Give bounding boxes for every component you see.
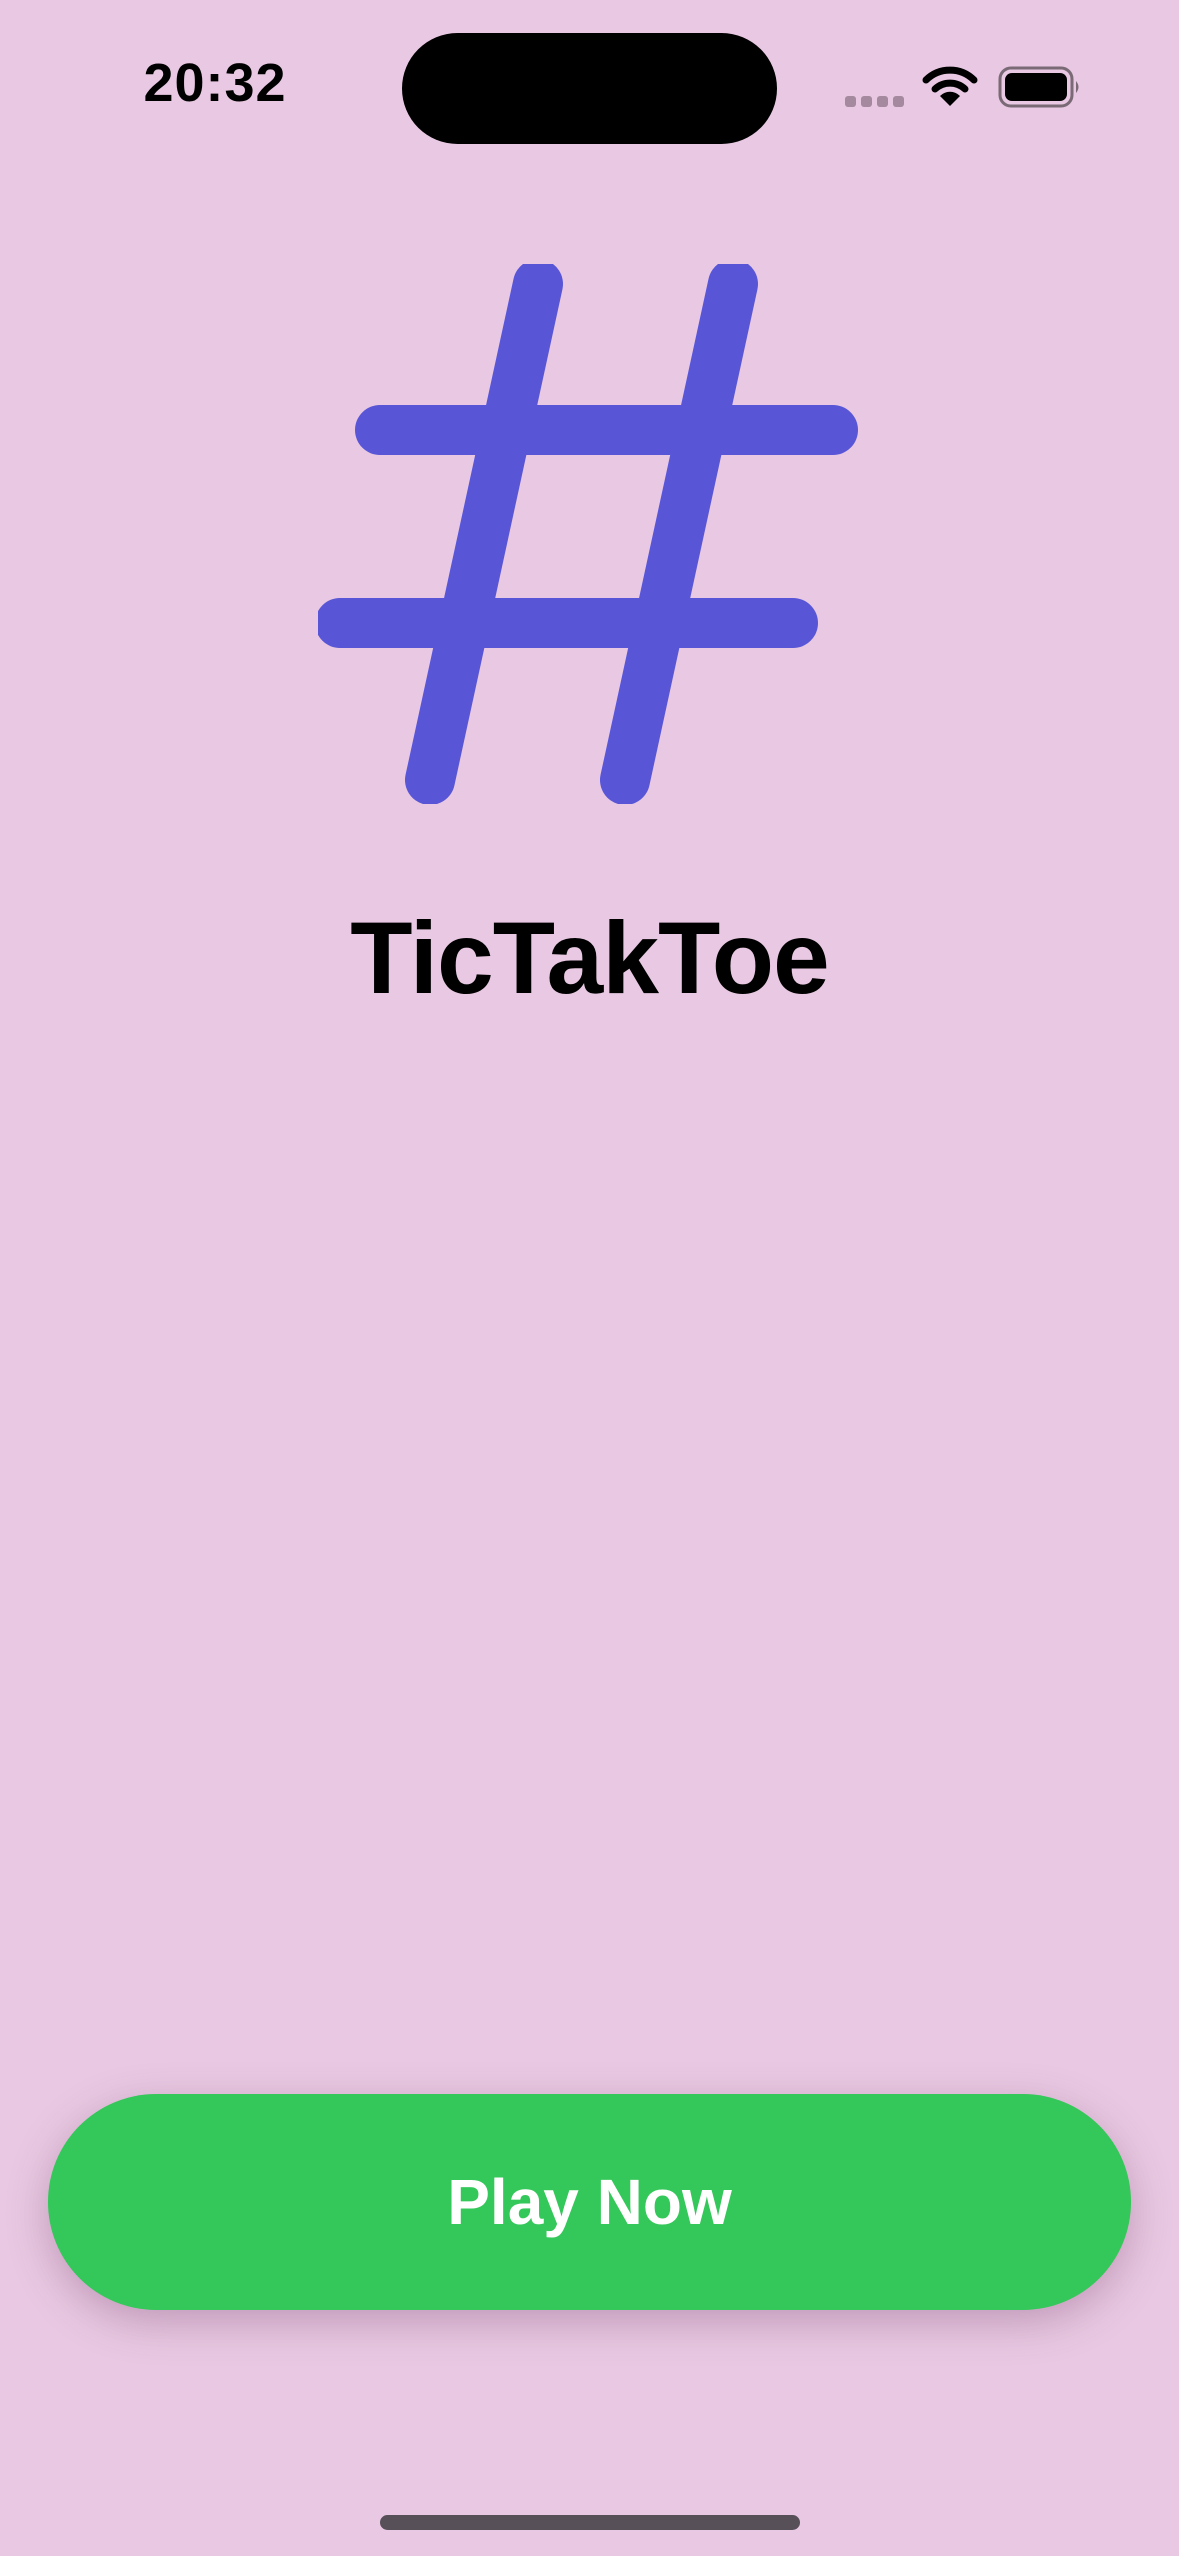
dynamic-island <box>402 33 777 144</box>
wifi-icon <box>922 66 978 106</box>
number-sign-icon <box>318 264 858 804</box>
app-title: TicTakToe <box>350 901 830 1015</box>
cellular-signal-icon <box>845 96 904 107</box>
status-bar: 20:32 <box>0 0 1179 180</box>
home-indicator[interactable] <box>380 2515 800 2530</box>
status-time: 20:32 <box>143 53 287 113</box>
play-now-button[interactable]: Play Now <box>48 2094 1131 2310</box>
play-now-label: Play Now <box>447 2166 732 2238</box>
battery-full-icon <box>998 66 1079 108</box>
